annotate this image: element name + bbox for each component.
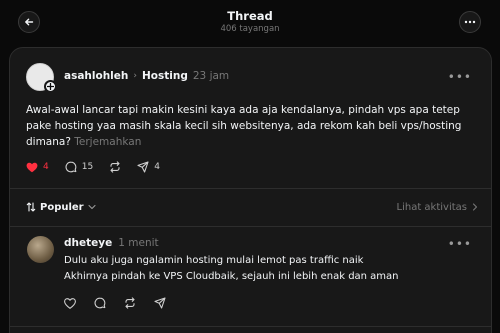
repost-icon xyxy=(125,297,135,309)
reply-like-button[interactable] xyxy=(64,297,76,309)
send-icon xyxy=(137,161,149,173)
reply-username[interactable]: dheteye xyxy=(64,237,112,249)
reply-avatar[interactable] xyxy=(27,236,54,263)
post-more-icon[interactable]: ••• xyxy=(448,70,472,84)
post-text: Awal-awal lancar tapi makin kesini kaya … xyxy=(26,102,466,150)
reply-comment-button[interactable] xyxy=(94,297,106,309)
post-header: asahlohleh › Hosting 23 jam xyxy=(64,69,229,83)
top-bar: Thread 406 tayangan xyxy=(0,0,500,46)
reply-header: dheteye 1 menit xyxy=(64,237,159,249)
title-block: Thread 406 tayangan xyxy=(0,9,500,35)
repost-button[interactable] xyxy=(109,161,121,173)
send-icon xyxy=(154,297,166,309)
community-tag[interactable]: Hosting xyxy=(142,70,188,82)
comment-button[interactable]: 15 xyxy=(65,161,93,173)
divider xyxy=(10,326,491,327)
post-time: 23 jam xyxy=(192,70,230,82)
chevron-right-icon xyxy=(472,203,478,211)
reply-actions xyxy=(64,297,166,309)
translate-link[interactable]: Terjemahkan xyxy=(74,136,141,148)
avatar[interactable] xyxy=(26,63,57,93)
like-count: 4 xyxy=(43,162,49,172)
reply-repost-button[interactable] xyxy=(124,297,136,309)
sort-row: Populer Lihat aktivitas xyxy=(26,200,478,214)
follow-plus-icon[interactable] xyxy=(44,80,57,93)
chevron-right-icon: › xyxy=(133,71,137,81)
reply-more-icon[interactable]: ••• xyxy=(448,237,472,251)
post-actions: 4 15 4 xyxy=(26,161,160,173)
chevron-down-icon xyxy=(88,204,96,210)
divider xyxy=(10,226,491,227)
repost-icon xyxy=(110,161,120,173)
page-title: Thread xyxy=(227,9,273,23)
thread-card: asahlohleh › Hosting 23 jam ••• Awal-awa… xyxy=(9,47,492,333)
view-activity-label: Lihat aktivitas xyxy=(396,201,468,213)
reply-line: Dulu aku juga ngalamin hosting mulai lem… xyxy=(64,255,364,266)
view-count: 406 tayangan xyxy=(220,24,280,34)
reply-text: Dulu aku juga ngalamin hosting mulai lem… xyxy=(64,253,399,285)
heart-outline-icon xyxy=(64,297,76,309)
header-more-button[interactable] xyxy=(459,11,481,33)
reply-line: Akhirnya pindah ke VPS Cloudbaik, sejauh… xyxy=(64,271,399,282)
comment-count: 15 xyxy=(81,162,94,172)
like-button[interactable]: 4 xyxy=(26,162,49,173)
sort-dropdown[interactable]: Populer xyxy=(26,202,96,213)
share-count: 4 xyxy=(154,162,160,172)
post-username[interactable]: asahlohleh xyxy=(64,70,128,82)
sort-arrows-icon xyxy=(26,202,36,212)
view-activity-link[interactable]: Lihat aktivitas xyxy=(397,202,479,213)
reply-share-button[interactable] xyxy=(154,297,166,309)
comment-icon xyxy=(94,297,106,309)
more-horizontal-icon xyxy=(464,20,476,24)
sort-label: Populer xyxy=(40,201,84,213)
share-button[interactable]: 4 xyxy=(137,161,160,173)
heart-icon xyxy=(26,162,38,172)
divider xyxy=(10,188,491,189)
comment-icon xyxy=(65,161,77,173)
reply-time: 1 menit xyxy=(118,237,159,249)
